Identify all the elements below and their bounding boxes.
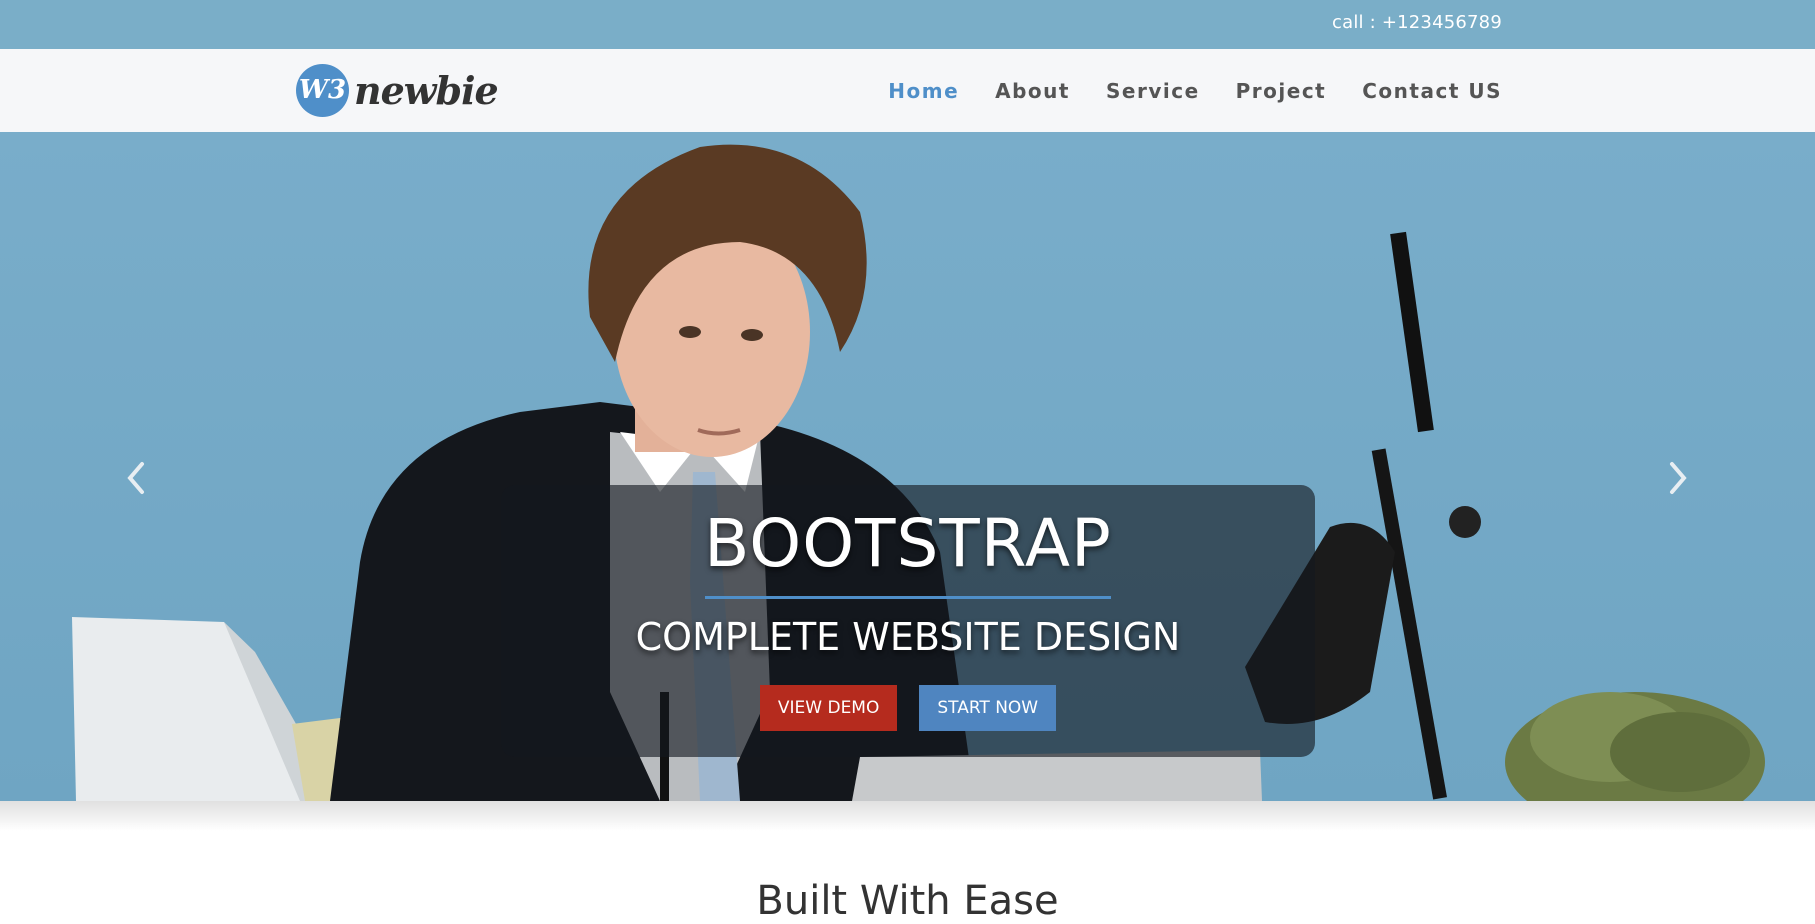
logo-wordmark: newbie xyxy=(354,67,499,113)
nav-item-about[interactable]: About xyxy=(995,79,1070,103)
hero-divider xyxy=(705,596,1111,599)
brand-logo[interactable]: W3 newbie xyxy=(296,62,499,118)
nav-item-project[interactable]: Project xyxy=(1236,79,1327,103)
hero-caption-box: BOOTSTRAP COMPLETE WEBSITE DESIGN VIEW D… xyxy=(501,485,1315,757)
hero-subtitle: COMPLETE WEBSITE DESIGN xyxy=(635,615,1181,659)
nav-item-contact[interactable]: Contact US xyxy=(1362,79,1502,103)
main-navbar: W3 newbie Home About Service Project Con… xyxy=(0,49,1815,132)
section-title: Built With Ease xyxy=(756,878,1059,924)
start-now-button[interactable]: START NOW xyxy=(919,685,1057,731)
logo-badge-icon: W3 xyxy=(296,63,349,117)
hero-carousel: BOOTSTRAP COMPLETE WEBSITE DESIGN VIEW D… xyxy=(0,132,1815,801)
nav-item-home[interactable]: Home xyxy=(888,79,959,103)
nav-item-service[interactable]: Service xyxy=(1106,79,1200,103)
hero-title: BOOTSTRAP xyxy=(704,505,1112,582)
carousel-next-button[interactable] xyxy=(1658,448,1698,508)
chevron-left-icon xyxy=(127,462,144,494)
hero-shadow xyxy=(0,801,1815,831)
carousel-prev-button[interactable] xyxy=(116,448,156,508)
top-contact-bar: call : +123456789 xyxy=(0,0,1815,49)
nav-menu: Home About Service Project Contact US xyxy=(852,49,1502,132)
view-demo-button[interactable]: VIEW DEMO xyxy=(759,685,898,731)
hero-buttons: VIEW DEMO START NOW xyxy=(501,685,1315,731)
phone-contact[interactable]: call : +123456789 xyxy=(1332,12,1502,33)
chevron-right-icon xyxy=(1670,462,1687,494)
